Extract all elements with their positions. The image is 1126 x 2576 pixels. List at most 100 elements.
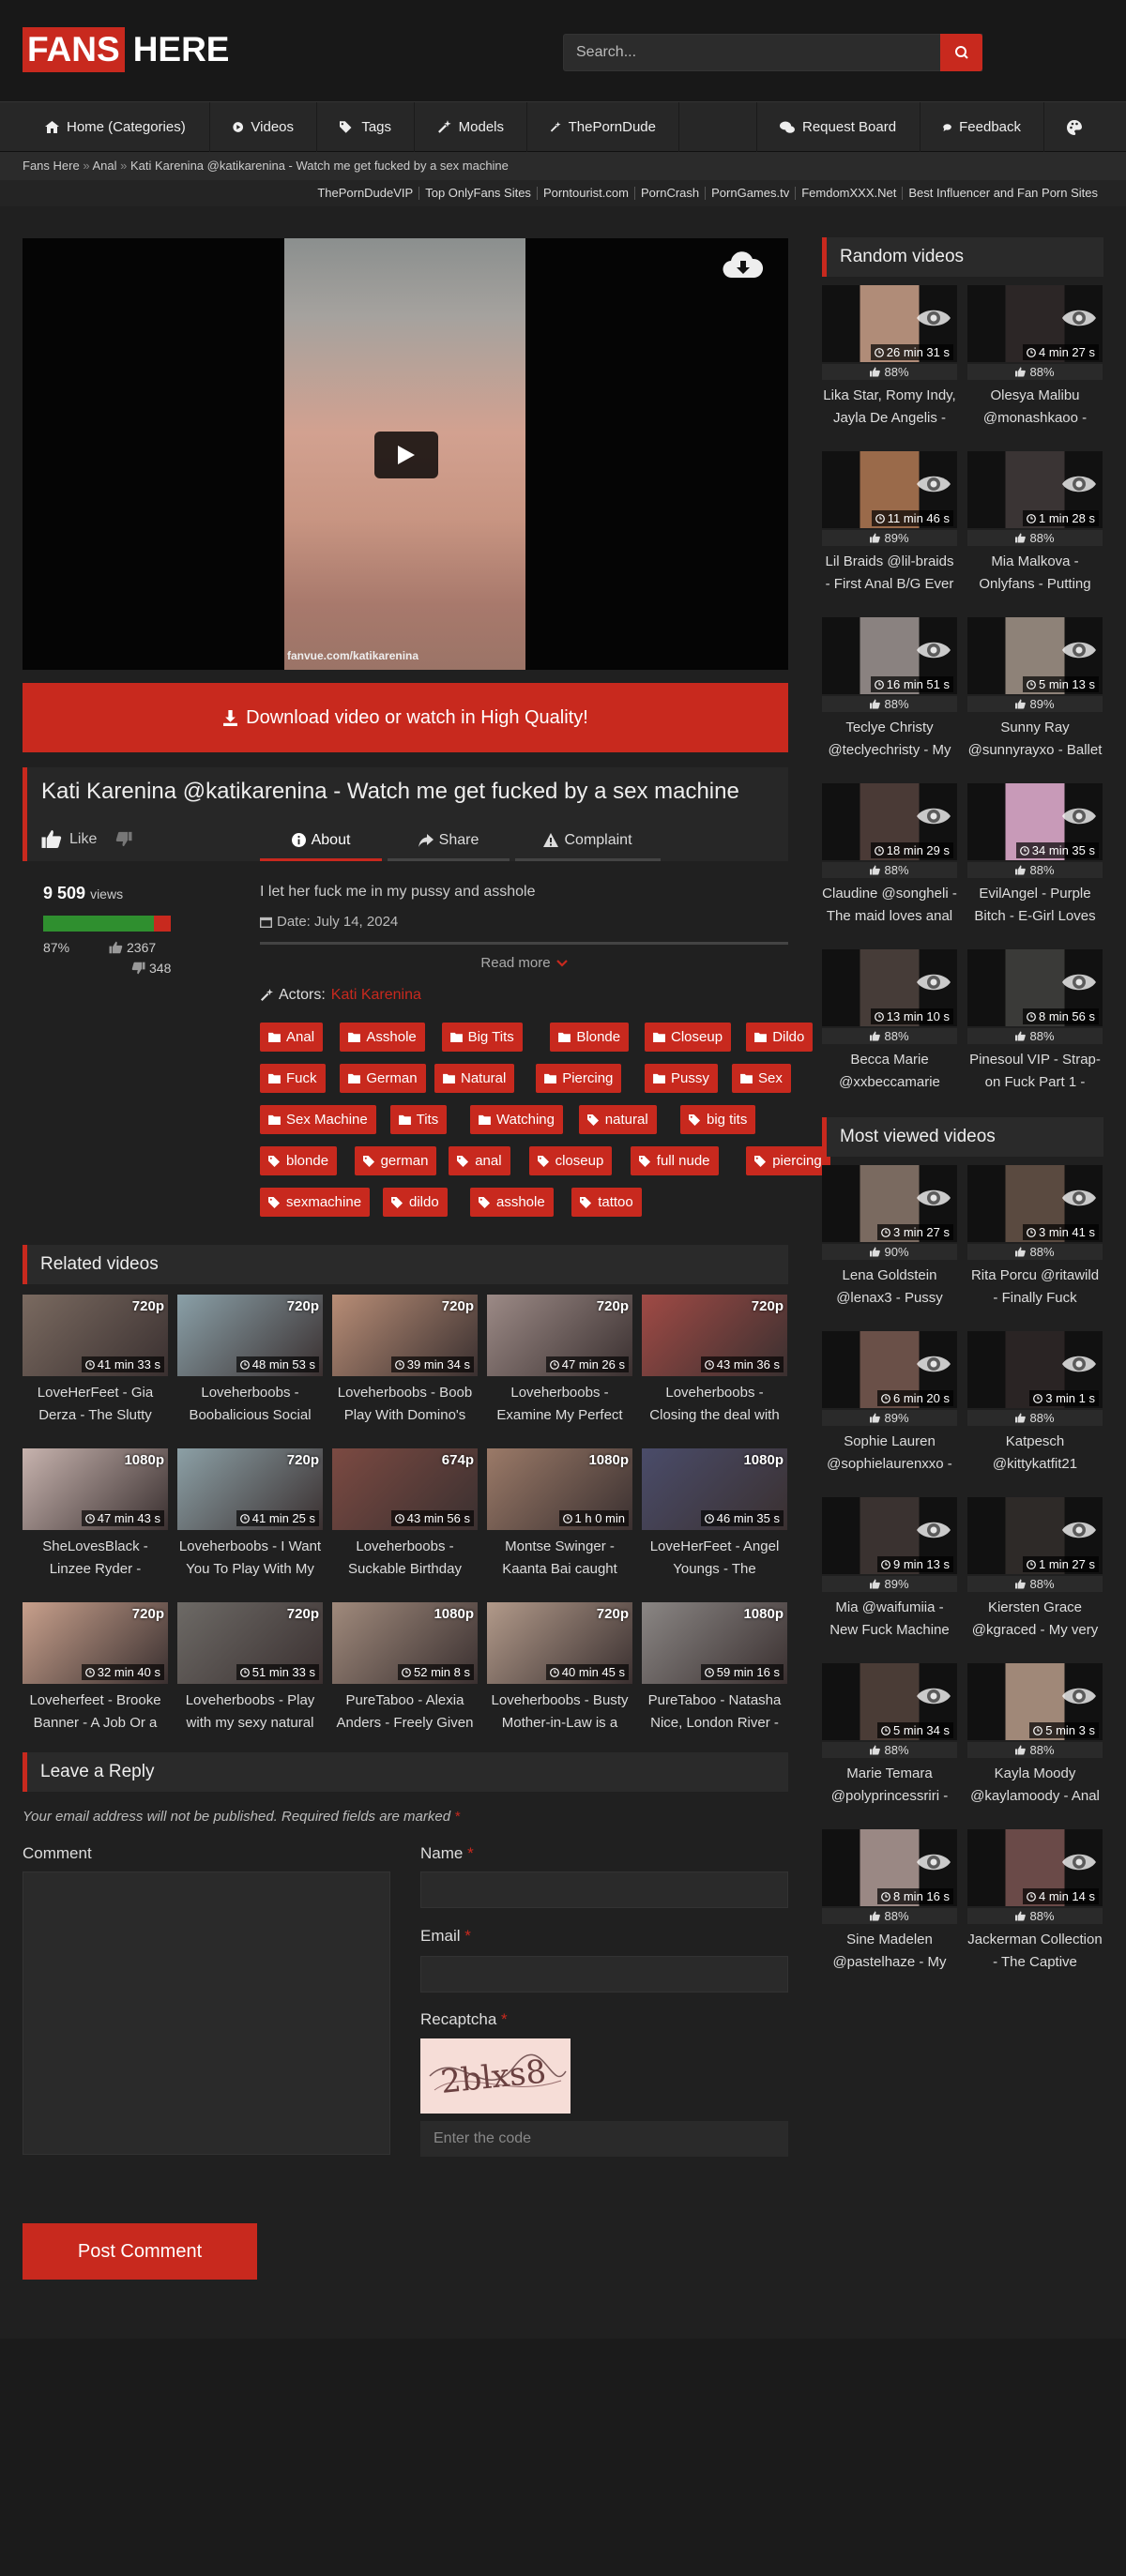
related-video-card[interactable]: 1080p 47 min 43 s SheLovesBlack - Linzee R… — [23, 1448, 168, 1581]
video-thumbnail[interactable]: 720p 48 min 53 s — [177, 1295, 323, 1376]
tag-sex-machine[interactable]: Sex Machine — [260, 1105, 376, 1134]
tag-piercing[interactable]: piercing — [746, 1146, 830, 1175]
video-thumbnail[interactable]: 720p 51 min 33 s — [177, 1602, 323, 1684]
video-thumbnail[interactable]: 720p 47 min 26 s — [487, 1295, 632, 1376]
tag-asshole[interactable]: asshole — [470, 1188, 554, 1217]
tag-natural[interactable]: natural — [578, 1105, 657, 1134]
tag-german[interactable]: german — [354, 1146, 437, 1175]
video-thumbnail[interactable]: 1080p 52 min 8 s — [332, 1602, 478, 1684]
actor-link[interactable]: Kati Karenina — [331, 987, 421, 1004]
video-title-link[interactable]: Loveherboobs - Busty Mother-in-Law is a — [487, 1690, 632, 1735]
video-thumbnail[interactable]: 5 min 34 s — [822, 1663, 957, 1740]
video-thumbnail[interactable]: 3 min 1 s — [967, 1331, 1103, 1408]
partner-link[interactable]: PornGames.tv — [705, 187, 795, 200]
breadcrumb-category[interactable]: Anal — [92, 159, 116, 173]
video-title-link[interactable]: Loveherboobs - Examine My Perfect — [487, 1382, 632, 1427]
sidebar-video-card[interactable]: 13 min 10 s 88% Becca Marie @xxbeccamarie — [822, 949, 957, 1094]
video-title-link[interactable]: Sine Madelen @pastelhaze - My — [822, 1929, 957, 1974]
sidebar-video-card[interactable]: 3 min 41 s 88% Rita Porcu @ritawild - Fina… — [967, 1165, 1103, 1310]
related-video-card[interactable]: 720p 32 min 40 s Loveherfeet - Brooke Bann… — [23, 1602, 168, 1735]
video-title-link[interactable]: Pinesoul VIP - Strap-on Fuck Part 1 - — [967, 1049, 1103, 1094]
sidebar-video-card[interactable]: 4 min 14 s 88% Jackerman Collection - The … — [967, 1829, 1103, 1974]
video-thumbnail[interactable]: 9 min 13 s — [822, 1497, 957, 1574]
tag-closeup[interactable]: Closeup — [645, 1023, 732, 1052]
video-title-link[interactable]: Loveherboobs - Play with my sexy natural — [177, 1690, 323, 1735]
video-thumbnail[interactable]: 11 min 46 s — [822, 451, 957, 528]
video-thumbnail[interactable]: 18 min 29 s — [822, 783, 957, 860]
video-thumbnail[interactable]: 1080p 59 min 16 s — [642, 1602, 787, 1684]
search-input[interactable]: Search... — [563, 34, 982, 71]
tab-share[interactable]: Share — [388, 822, 510, 861]
sidebar-video-card[interactable]: 34 min 35 s 88% EvilAngel - Purple Bitch -… — [967, 783, 1103, 928]
related-video-card[interactable]: 720p 41 min 33 s LoveHerFeet - Gia Derza -… — [23, 1295, 168, 1427]
thumbs-down-icon[interactable] — [115, 831, 132, 847]
tag-dildo[interactable]: dildo — [383, 1188, 448, 1217]
video-thumbnail[interactable]: 1080p 1 h 0 min — [487, 1448, 632, 1530]
tag-sex[interactable]: Sex — [732, 1064, 791, 1093]
video-thumbnail[interactable]: 8 min 56 s — [967, 949, 1103, 1026]
related-video-card[interactable]: 1080p 52 min 8 s PureTaboo - Alexia Anders… — [332, 1602, 478, 1735]
video-thumbnail[interactable]: 1080p 47 min 43 s — [23, 1448, 168, 1530]
related-video-card[interactable]: 720p 41 min 25 s Loveherboobs - I Want You… — [177, 1448, 323, 1581]
video-thumbnail[interactable]: 8 min 16 s — [822, 1829, 957, 1906]
sidebar-video-card[interactable]: 4 min 27 s 88% Olesya Malibu @monashkaoo - — [967, 285, 1103, 430]
sidebar-video-card[interactable]: 1 min 28 s 88% Mia Malkova - Onlyfans - Pu… — [967, 451, 1103, 596]
tab-complaint[interactable]: Complaint — [515, 822, 661, 861]
video-title-link[interactable]: Lika Star, Romy Indy, Jayla De Angelis - — [822, 385, 957, 430]
video-title-link[interactable]: Loveherboobs - Boob Play With Domino's — [332, 1382, 478, 1427]
partner-link[interactable]: FemdomXXX.Net — [795, 187, 902, 200]
sidebar-video-card[interactable]: 1 min 27 s 88% Kiersten Grace @kgraced - M… — [967, 1497, 1103, 1642]
sidebar-video-card[interactable]: 5 min 34 s 88% Marie Temara @polyprincessr… — [822, 1663, 957, 1808]
read-more-button[interactable]: Read more — [260, 955, 788, 971]
tag-german[interactable]: German — [340, 1064, 426, 1093]
video-title-link[interactable]: Loveherboobs - Suckable Birthday — [332, 1536, 478, 1581]
video-title-link[interactable]: SheLovesBlack - Linzee Ryder - Sweeten T… — [23, 1536, 168, 1581]
video-thumbnail[interactable]: 1 min 28 s — [967, 451, 1103, 528]
nav-videos[interactable]: Videos — [210, 102, 317, 152]
sidebar-video-card[interactable]: 9 min 13 s 89% Mia @waifumiia - New Fuck M… — [822, 1497, 957, 1642]
play-button[interactable] — [374, 432, 438, 478]
sidebar-video-card[interactable]: 8 min 56 s 88% Pinesoul VIP - Strap-on Fuc… — [967, 949, 1103, 1094]
partner-link[interactable]: Best Influencer and Fan Porn Sites — [902, 187, 1103, 200]
related-video-card[interactable]: 720p 51 min 33 s Loveherboobs - Play with … — [177, 1602, 323, 1735]
partner-link[interactable]: ThePornDudeVIP — [312, 187, 418, 200]
tag-big-tits[interactable]: Big Tits — [441, 1023, 523, 1052]
tag-watching[interactable]: Watching — [470, 1105, 563, 1134]
video-title-link[interactable]: PureTaboo - Alexia Anders - Freely Given — [332, 1690, 478, 1735]
video-title-link[interactable]: Claudine @songheli - The maid loves anal — [822, 883, 957, 928]
video-title-link[interactable]: Loveherfeet - Brooke Banner - A Job Or a — [23, 1690, 168, 1735]
like-label[interactable]: Like — [69, 831, 97, 848]
video-thumbnail[interactable]: 3 min 41 s — [967, 1165, 1103, 1242]
related-video-card[interactable]: 720p 47 min 26 s Loveherboobs - Examine My… — [487, 1295, 632, 1427]
video-title-link[interactable]: EvilAngel - Purple Bitch - E-Girl Loves — [967, 883, 1103, 928]
sidebar-video-card[interactable]: 11 min 46 s 89% Lil Braids @lil-braids - F… — [822, 451, 957, 596]
sidebar-video-card[interactable]: 6 min 20 s 89% Sophie Lauren @sophielauren… — [822, 1331, 957, 1476]
nav-models[interactable]: Models — [415, 102, 527, 152]
tag-anal[interactable]: Anal — [260, 1023, 324, 1052]
tag-sexmachine[interactable]: sexmachine — [260, 1188, 371, 1217]
tag-fuck[interactable]: Fuck — [260, 1064, 326, 1093]
sidebar-video-card[interactable]: 8 min 16 s 88% Sine Madelen @pastelhaze - … — [822, 1829, 957, 1974]
nav-theporndude[interactable]: ThePornDude — [527, 102, 679, 152]
video-thumbnail[interactable]: 1 min 27 s — [967, 1497, 1103, 1574]
partner-link[interactable]: Top OnlyFans Sites — [418, 187, 537, 200]
tag-blonde[interactable]: Blonde — [550, 1023, 630, 1052]
sidebar-video-card[interactable]: 5 min 3 s 88% Kayla Moody @kaylamoody - An… — [967, 1663, 1103, 1808]
nav-home[interactable]: Home (Categories) — [23, 102, 210, 152]
video-title-link[interactable]: Katpesch @kittykatfit21 — [967, 1431, 1103, 1476]
partner-link[interactable]: Porntourist.com — [536, 187, 634, 200]
sidebar-video-card[interactable]: 3 min 27 s 90% Lena Goldstein @lenax3 - Pu… — [822, 1165, 957, 1310]
nav-theme-toggle[interactable] — [1043, 102, 1103, 152]
video-title-link[interactable]: LoveHerFeet - Angel Youngs - The — [642, 1536, 787, 1581]
post-comment-button[interactable]: Post Comment — [23, 2223, 257, 2280]
video-title-link[interactable]: Jackerman Collection - The Captive — [967, 1929, 1103, 1974]
video-thumbnail[interactable]: 16 min 51 s — [822, 617, 957, 694]
sidebar-video-card[interactable]: 26 min 31 s 88% Lika Star, Romy Indy, Jayl… — [822, 285, 957, 430]
tag-natural[interactable]: Natural — [434, 1064, 515, 1093]
name-field[interactable] — [420, 1871, 788, 1908]
tag-dildo[interactable]: Dildo — [746, 1023, 814, 1052]
video-title-link[interactable]: Teclye Christy @teclyechristy - My — [822, 717, 957, 762]
video-thumbnail[interactable]: 26 min 31 s — [822, 285, 957, 362]
download-button[interactable]: Download video or watch in High Quality! — [23, 683, 788, 752]
video-title-link[interactable]: Lil Braids @lil-braids - First Anal B/G … — [822, 551, 957, 596]
